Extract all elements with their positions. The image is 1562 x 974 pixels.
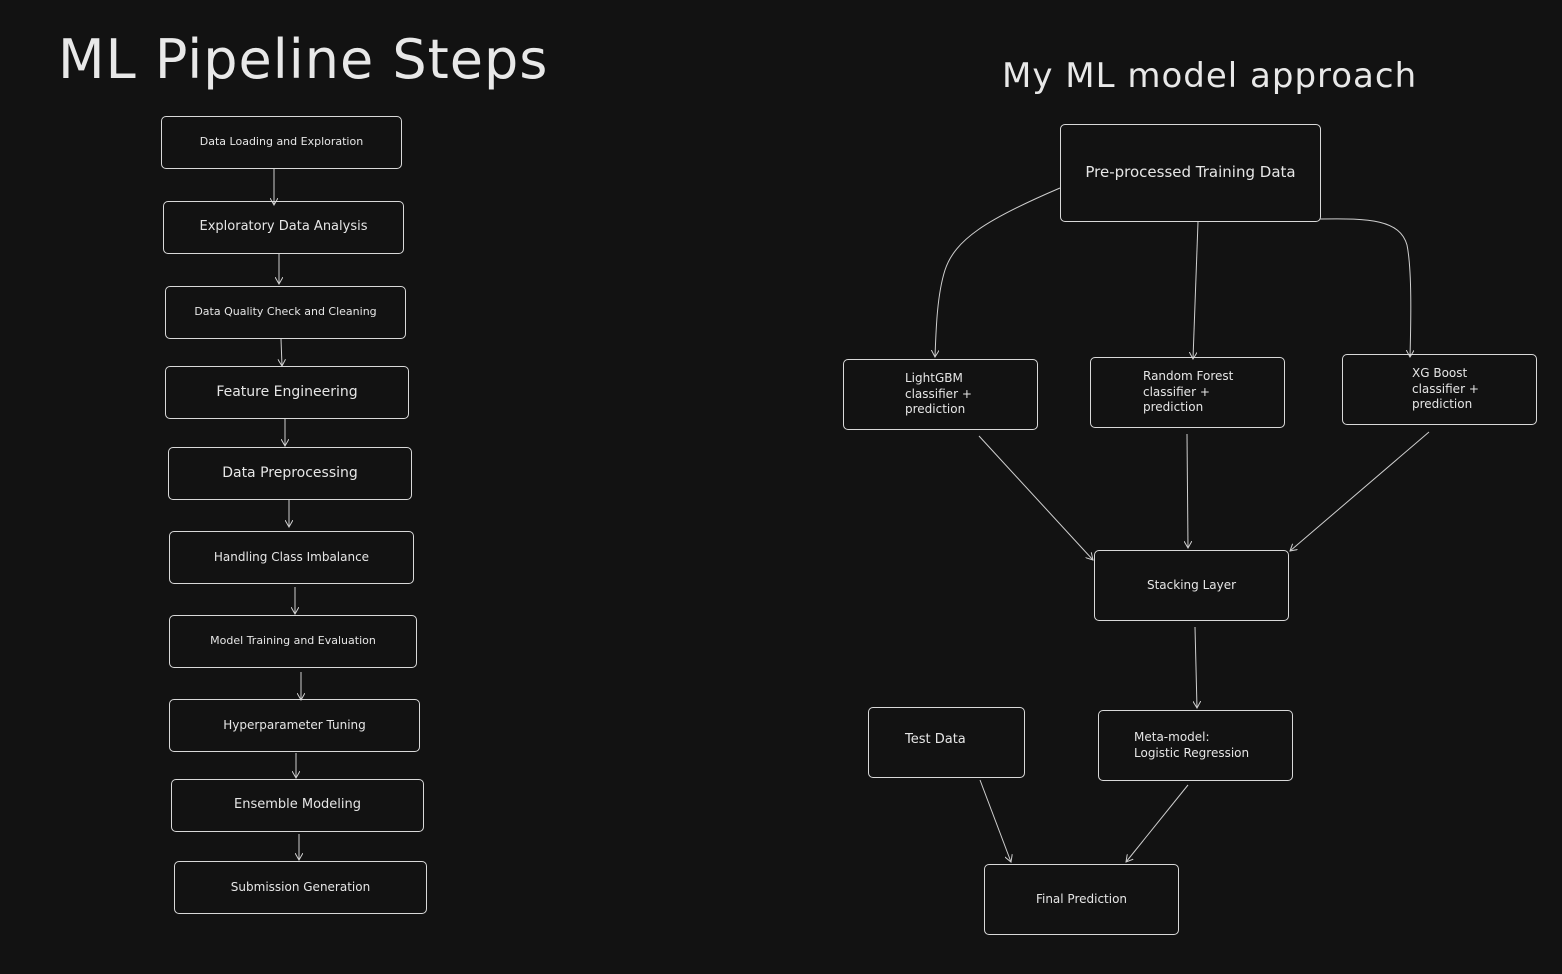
node-random-forest[interactable]: Random Forest classifier + prediction [1090,357,1285,428]
pipeline-step-eda[interactable]: Exploratory Data Analysis [163,201,404,254]
arrow-training-to-random-forest [1193,221,1199,359]
pipeline-step-data-preprocessing[interactable]: Data Preprocessing [168,447,412,500]
arrow-xgboost-to-stacking [1290,431,1430,551]
node-lightgbm[interactable]: LightGBM classifier + prediction [843,359,1038,430]
pipeline-step-submission-generation[interactable]: Submission Generation [174,861,427,914]
pipeline-step-label: Data Preprocessing [222,465,358,482]
pipeline-title: ML Pipeline Steps [58,28,549,91]
node-xgboost[interactable]: XG Boost classifier + prediction [1342,354,1537,425]
node-label: Meta-model: Logistic Regression [1134,729,1250,760]
pipeline-step-label: Data Loading and Exploration [199,135,364,149]
pipeline-step-label: Handling Class Imbalance [213,549,370,564]
node-label: Test Data [905,732,966,747]
arrow-meta-model-to-final [1126,784,1189,862]
node-training-data[interactable]: Pre-processed Training Data [1060,124,1321,222]
arrow-step3-to-step4 [281,338,282,366]
arrow-training-to-lightgbm [935,187,1061,357]
node-final-prediction[interactable]: Final Prediction [984,864,1179,935]
pipeline-step-label: Model Training and Evaluation [210,634,376,648]
approach-title: My ML model approach [1002,56,1418,96]
pipeline-step-model-training[interactable]: Model Training and Evaluation [169,615,417,668]
pipeline-step-data-quality[interactable]: Data Quality Check and Cleaning [165,286,406,339]
pipeline-step-label: Ensemble Modeling [233,797,362,813]
pipeline-step-label: Submission Generation [230,879,371,894]
arrow-lightgbm-to-stacking [978,435,1093,560]
pipeline-step-ensemble-modeling[interactable]: Ensemble Modeling [171,779,424,832]
pipeline-step-label: Feature Engineering [216,384,358,401]
pipeline-step-class-imbalance[interactable]: Handling Class Imbalance [169,531,414,584]
pipeline-step-label: Hyperparameter Tuning [223,717,366,732]
node-stacking-layer[interactable]: Stacking Layer [1094,550,1289,621]
node-label: Stacking Layer [1146,577,1237,592]
node-test-data[interactable]: Test Data [868,707,1025,778]
pipeline-step-data-loading[interactable]: Data Loading and Exploration [161,116,402,169]
node-label: Random Forest classifier + prediction [1143,369,1234,415]
node-meta-model[interactable]: Meta-model: Logistic Regression [1098,710,1293,781]
node-label: LightGBM classifier + prediction [905,371,972,417]
pipeline-step-label: Exploratory Data Analysis [199,219,368,235]
arrow-test-data-to-final [979,779,1011,862]
node-label: Final Prediction [1035,891,1128,906]
arrow-random-forest-to-stacking [1187,433,1188,548]
arrow-stacking-to-meta-model [1195,626,1197,708]
arrow-training-to-xgboost [1319,218,1411,357]
pipeline-step-hyperparameter-tuning[interactable]: Hyperparameter Tuning [169,699,420,752]
node-label: Pre-processed Training Data [1085,163,1296,182]
node-label: XG Boost classifier + prediction [1412,366,1479,412]
whiteboard-canvas[interactable]: ML Pipeline Steps My ML model approach D… [0,0,1562,974]
pipeline-step-label: Data Quality Check and Cleaning [194,305,377,319]
pipeline-step-feature-engineering[interactable]: Feature Engineering [165,366,409,419]
